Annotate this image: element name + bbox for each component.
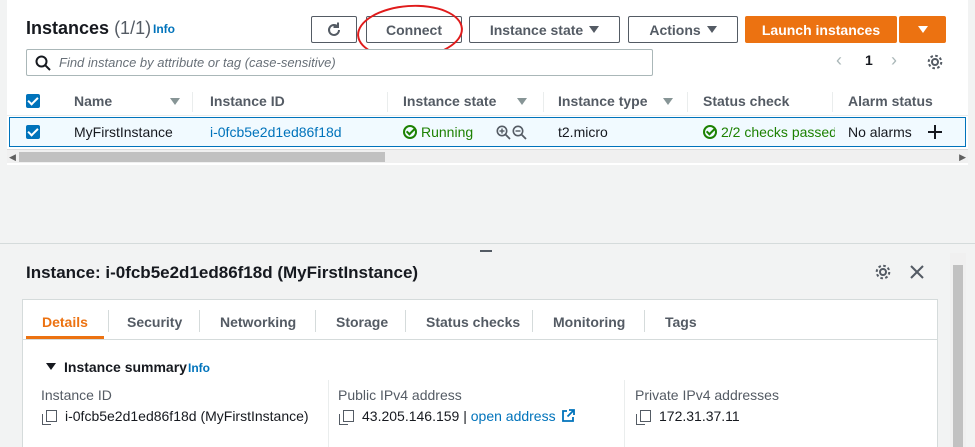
scrollbar-thumb[interactable] <box>19 152 385 162</box>
instance-type-value: t2.micro <box>558 124 608 140</box>
launch-options-dropdown[interactable] <box>899 16 946 43</box>
instance-summary-toggle[interactable]: Instance summary <box>46 359 187 375</box>
alarm-status-value: No alarms <box>848 124 912 140</box>
ec2-console: Instances (1/1) Info Connect Instance st… <box>0 0 975 447</box>
public-ipv4-label: Public IPv4 address <box>338 387 462 403</box>
vertical-scrollbar[interactable] <box>950 253 966 447</box>
caret-down-icon <box>589 26 600 33</box>
page-title: Instances (1/1) <box>26 18 151 39</box>
chevron-left-icon[interactable]: ‹ <box>836 50 842 71</box>
zoom-out-icon[interactable] <box>512 125 527 140</box>
scroll-left-icon[interactable]: ◀ <box>9 150 16 164</box>
refresh-button[interactable] <box>311 16 357 43</box>
scroll-right-icon[interactable]: ▶ <box>959 150 966 164</box>
column-header-instance-id[interactable]: Instance ID <box>210 93 285 109</box>
column-divider[interactable] <box>543 92 544 112</box>
column-divider[interactable] <box>387 92 388 112</box>
gear-icon[interactable] <box>926 53 944 71</box>
private-ipv4-label: Private IPv4 addresses <box>635 387 779 403</box>
instance-state-dropdown[interactable]: Instance state <box>469 16 620 43</box>
instance-state-text: Running <box>421 124 474 140</box>
open-address-link[interactable]: open address <box>471 408 556 424</box>
tab-storage[interactable]: Storage <box>336 314 388 330</box>
sort-icon[interactable] <box>170 98 180 105</box>
instance-state-label: Instance state <box>489 21 584 38</box>
instance-id-field: i-0fcb5e2d1ed86f18d (MyFirstInstance) <box>42 408 309 425</box>
summary-info-link[interactable]: Info <box>188 361 210 375</box>
search-input[interactable] <box>59 55 619 70</box>
sort-icon[interactable] <box>517 98 527 105</box>
column-header-instance-state[interactable]: Instance state <box>403 93 496 109</box>
refresh-icon <box>328 22 340 36</box>
tab-divider <box>199 310 200 332</box>
actions-dropdown[interactable]: Actions <box>628 16 738 43</box>
column-header-name[interactable]: Name <box>74 93 112 109</box>
page-title-text: Instances <box>26 18 110 38</box>
column-divider <box>328 380 329 447</box>
gear-icon[interactable] <box>874 263 892 281</box>
check-circle-icon <box>703 125 717 139</box>
launch-instances-button[interactable]: Launch instances <box>745 16 897 43</box>
row-checkbox[interactable] <box>26 125 40 139</box>
tab-divider <box>532 310 533 332</box>
caret-down-icon <box>706 26 717 33</box>
status-check-text: 2/2 checks passed <box>721 124 835 140</box>
close-icon[interactable] <box>910 265 924 279</box>
tabs-divider-line <box>23 339 937 340</box>
column-header-alarm-status[interactable]: Alarm status <box>848 93 933 109</box>
instance-state-value: Running <box>403 124 473 140</box>
tab-divider <box>315 310 316 332</box>
tab-details[interactable]: Details <box>42 314 88 330</box>
copy-icon[interactable] <box>42 410 57 425</box>
column-header-instance-type[interactable]: Instance type <box>558 93 647 109</box>
search-bar <box>26 49 653 76</box>
column-divider[interactable] <box>832 92 833 112</box>
scrollbar-thumb[interactable] <box>953 265 963 447</box>
tab-divider <box>405 310 406 332</box>
launch-instances-label: Launch instances <box>761 21 881 38</box>
field-separator: | <box>463 408 467 424</box>
caret-down-icon <box>46 363 56 370</box>
search-icon <box>35 55 51 71</box>
copy-icon[interactable] <box>339 410 354 425</box>
private-ipv4-value: 172.31.37.11 <box>659 408 740 424</box>
private-ipv4-field: 172.31.37.11 <box>636 408 740 425</box>
column-divider[interactable] <box>192 92 193 112</box>
header-info-link[interactable]: Info <box>153 22 175 36</box>
tab-tags[interactable]: Tags <box>665 314 697 330</box>
tab-divider <box>108 310 109 332</box>
tab-divider <box>644 310 645 332</box>
public-ipv4-value: 43.205.146.159 <box>362 408 460 424</box>
detail-title: Instance: i-0fcb5e2d1ed86f18d (MyFirstIn… <box>26 263 419 282</box>
zoom-in-icon[interactable] <box>496 125 511 140</box>
actions-label: Actions <box>649 21 701 38</box>
sort-icon[interactable] <box>663 98 673 105</box>
external-link-icon[interactable] <box>561 409 576 423</box>
column-divider[interactable] <box>687 92 688 112</box>
tab-status-checks[interactable]: Status checks <box>426 314 520 330</box>
table-row[interactable]: MyFirstInstance i-0fcb5e2d1ed86f18d Runn… <box>9 117 966 147</box>
tab-security[interactable]: Security <box>127 314 182 330</box>
select-all-checkbox[interactable] <box>26 94 40 108</box>
copy-icon[interactable] <box>636 410 651 425</box>
instance-id-label: Instance ID <box>41 387 112 403</box>
check-circle-icon <box>403 125 417 139</box>
tab-monitoring[interactable]: Monitoring <box>553 314 625 330</box>
horizontal-scrollbar[interactable]: ◀ ▶ <box>7 149 968 163</box>
instance-name: MyFirstInstance <box>74 124 173 140</box>
caret-down-icon <box>917 26 928 33</box>
instance-id-value: i-0fcb5e2d1ed86f18d (MyFirstInstance) <box>65 408 309 424</box>
column-header-status-check[interactable]: Status check <box>703 93 789 109</box>
public-ipv4-field: 43.205.146.159 | open address <box>339 408 576 425</box>
summary-title: Instance summary <box>64 359 187 375</box>
plus-icon[interactable] <box>928 125 942 139</box>
instance-count: (1/1) <box>114 18 152 38</box>
status-check-value: 2/2 checks passed <box>703 124 835 140</box>
chevron-right-icon[interactable]: › <box>891 50 897 71</box>
instance-id-link[interactable]: i-0fcb5e2d1ed86f18d <box>210 124 342 140</box>
table-header: Name Instance ID Instance state Instance… <box>7 88 968 116</box>
column-divider <box>624 380 625 447</box>
tab-networking[interactable]: Networking <box>220 314 296 330</box>
page-number[interactable]: 1 <box>865 52 873 68</box>
